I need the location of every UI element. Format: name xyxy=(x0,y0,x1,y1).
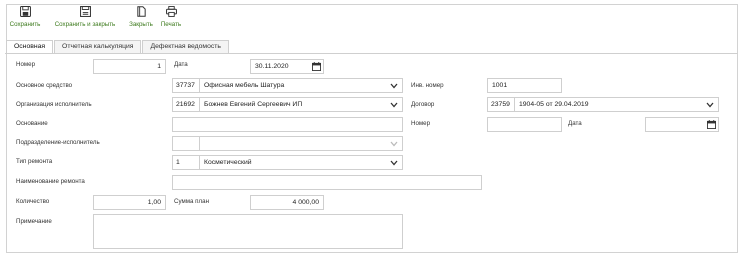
number-input[interactable]: 1 xyxy=(93,59,166,74)
fixed-asset-label: Основное средство xyxy=(16,82,73,89)
close-document-icon xyxy=(136,6,146,17)
repair-type-code: 1 xyxy=(172,155,200,170)
department-label: Подразделение-исполнитель xyxy=(16,139,100,146)
planned-sum-input[interactable]: 4 000,00 xyxy=(250,195,324,210)
contract-code: 23759 xyxy=(487,97,515,112)
date-label: Дата xyxy=(174,61,188,68)
basis-date-label: Дата xyxy=(568,120,582,127)
department-select[interactable] xyxy=(172,136,403,151)
contract-label: Договор xyxy=(411,101,435,108)
contract-name: 1904-05 от 29.04.2019 xyxy=(519,101,589,108)
print-button-label: Печать xyxy=(160,21,182,28)
contractor-org-code: 21692 xyxy=(172,97,200,112)
save-button[interactable]: Сохранить xyxy=(6,4,44,34)
tab-divider xyxy=(5,53,738,54)
save-and-close-icon xyxy=(79,6,91,17)
chevron-down-icon[interactable] xyxy=(706,102,714,108)
number-label: Номер xyxy=(16,61,36,68)
quantity-input[interactable]: 1,00 xyxy=(93,195,166,210)
repair-type-label: Тип ремонта xyxy=(16,158,53,165)
tab-bar: Основная Отчетная калькуляция Дефектная … xyxy=(6,40,230,53)
repair-name-label: Наименование ремонта xyxy=(16,178,85,185)
toolbar: Сохранить Сохранить и закрыть Закрыть Пе… xyxy=(6,4,186,34)
basis-number-label: Номер xyxy=(411,120,431,127)
inventory-number-input[interactable]: 1001 xyxy=(487,78,562,93)
repair-name-input[interactable] xyxy=(172,175,482,190)
inventory-number-label: Инв. номер xyxy=(411,82,444,89)
chevron-down-icon[interactable] xyxy=(390,141,398,147)
save-button-label: Сохранить xyxy=(9,21,41,28)
save-and-close-button[interactable]: Сохранить и закрыть xyxy=(44,4,126,34)
date-value: 30.11.2020 xyxy=(255,63,289,70)
tab-defect-list[interactable]: Дефектная ведомость xyxy=(142,40,229,53)
close-button[interactable]: Закрыть xyxy=(126,4,156,34)
calendar-icon[interactable] xyxy=(707,120,716,129)
calendar-icon[interactable] xyxy=(312,62,321,71)
basis-label: Основание xyxy=(16,120,48,127)
floppy-disk-icon xyxy=(19,6,31,17)
fixed-asset-name: Офисная мебель Шатура xyxy=(204,82,285,89)
repair-type-name: Косметический xyxy=(204,159,252,166)
note-textarea[interactable] xyxy=(93,214,403,249)
note-label: Примечание xyxy=(16,218,52,225)
chevron-down-icon[interactable] xyxy=(390,160,398,166)
printer-icon xyxy=(165,6,177,17)
basis-input[interactable] xyxy=(172,117,403,132)
save-and-close-button-label: Сохранить и закрыть xyxy=(54,21,116,28)
fixed-asset-code: 37737 xyxy=(172,78,200,93)
chevron-down-icon[interactable] xyxy=(390,83,398,89)
quantity-label: Количество xyxy=(16,198,50,205)
contractor-org-name: Божнев Евгений Сергеевич ИП xyxy=(204,101,303,108)
basis-number-input[interactable] xyxy=(487,117,562,132)
planned-sum-label: Сумма план xyxy=(174,198,209,205)
tab-report-calculation[interactable]: Отчетная калькуляция xyxy=(54,40,142,53)
close-button-label: Закрыть xyxy=(129,21,153,28)
print-button[interactable]: Печать xyxy=(156,4,186,34)
contractor-org-label: Организация исполнитель xyxy=(16,101,92,108)
tab-main[interactable]: Основная xyxy=(6,40,54,53)
chevron-down-icon[interactable] xyxy=(390,102,398,108)
department-code xyxy=(172,136,200,151)
